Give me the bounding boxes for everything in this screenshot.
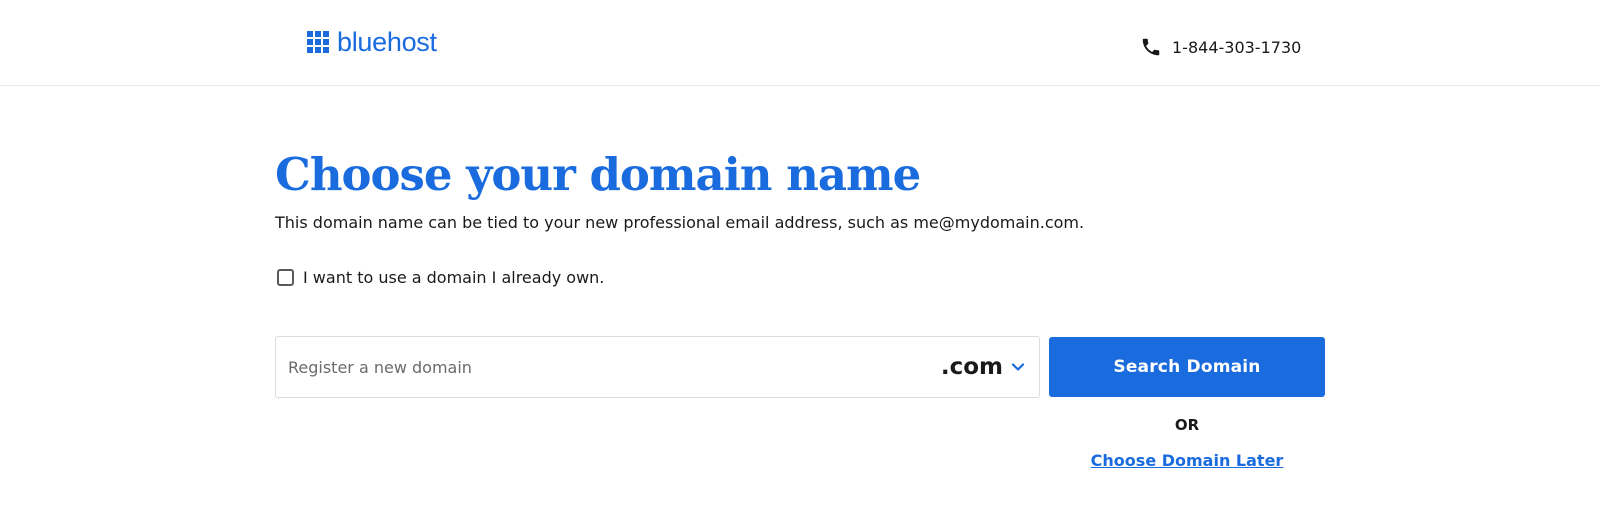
- domain-search-box: .com: [275, 336, 1040, 398]
- or-divider: OR: [1174, 416, 1200, 434]
- own-domain-checkbox[interactable]: [277, 269, 294, 286]
- phone-number: 1-844-303-1730: [1172, 37, 1302, 57]
- chevron-down-icon: [1011, 363, 1025, 371]
- phone-link[interactable]: 1-844-303-1730: [1140, 36, 1301, 58]
- own-domain-option[interactable]: I want to use a domain I already own.: [277, 268, 604, 287]
- tld-value: .com: [940, 354, 1003, 380]
- own-domain-label: I want to use a domain I already own.: [303, 268, 605, 287]
- grid-icon: [307, 31, 329, 53]
- domain-input[interactable]: [276, 337, 916, 397]
- page-title: Choose your domain name: [275, 148, 921, 201]
- bluehost-logo[interactable]: bluehost: [307, 27, 437, 57]
- tld-dropdown[interactable]: .com: [941, 337, 1025, 397]
- phone-icon: [1142, 38, 1160, 56]
- site-header: bluehost 1-844-303-1730: [0, 0, 1600, 86]
- choose-domain-later-link[interactable]: Choose Domain Later: [1049, 451, 1325, 470]
- search-domain-button[interactable]: Search Domain: [1049, 337, 1325, 397]
- page-subtitle: This domain name can be tied to your new…: [275, 213, 1085, 232]
- logo-text: bluehost: [337, 27, 437, 57]
